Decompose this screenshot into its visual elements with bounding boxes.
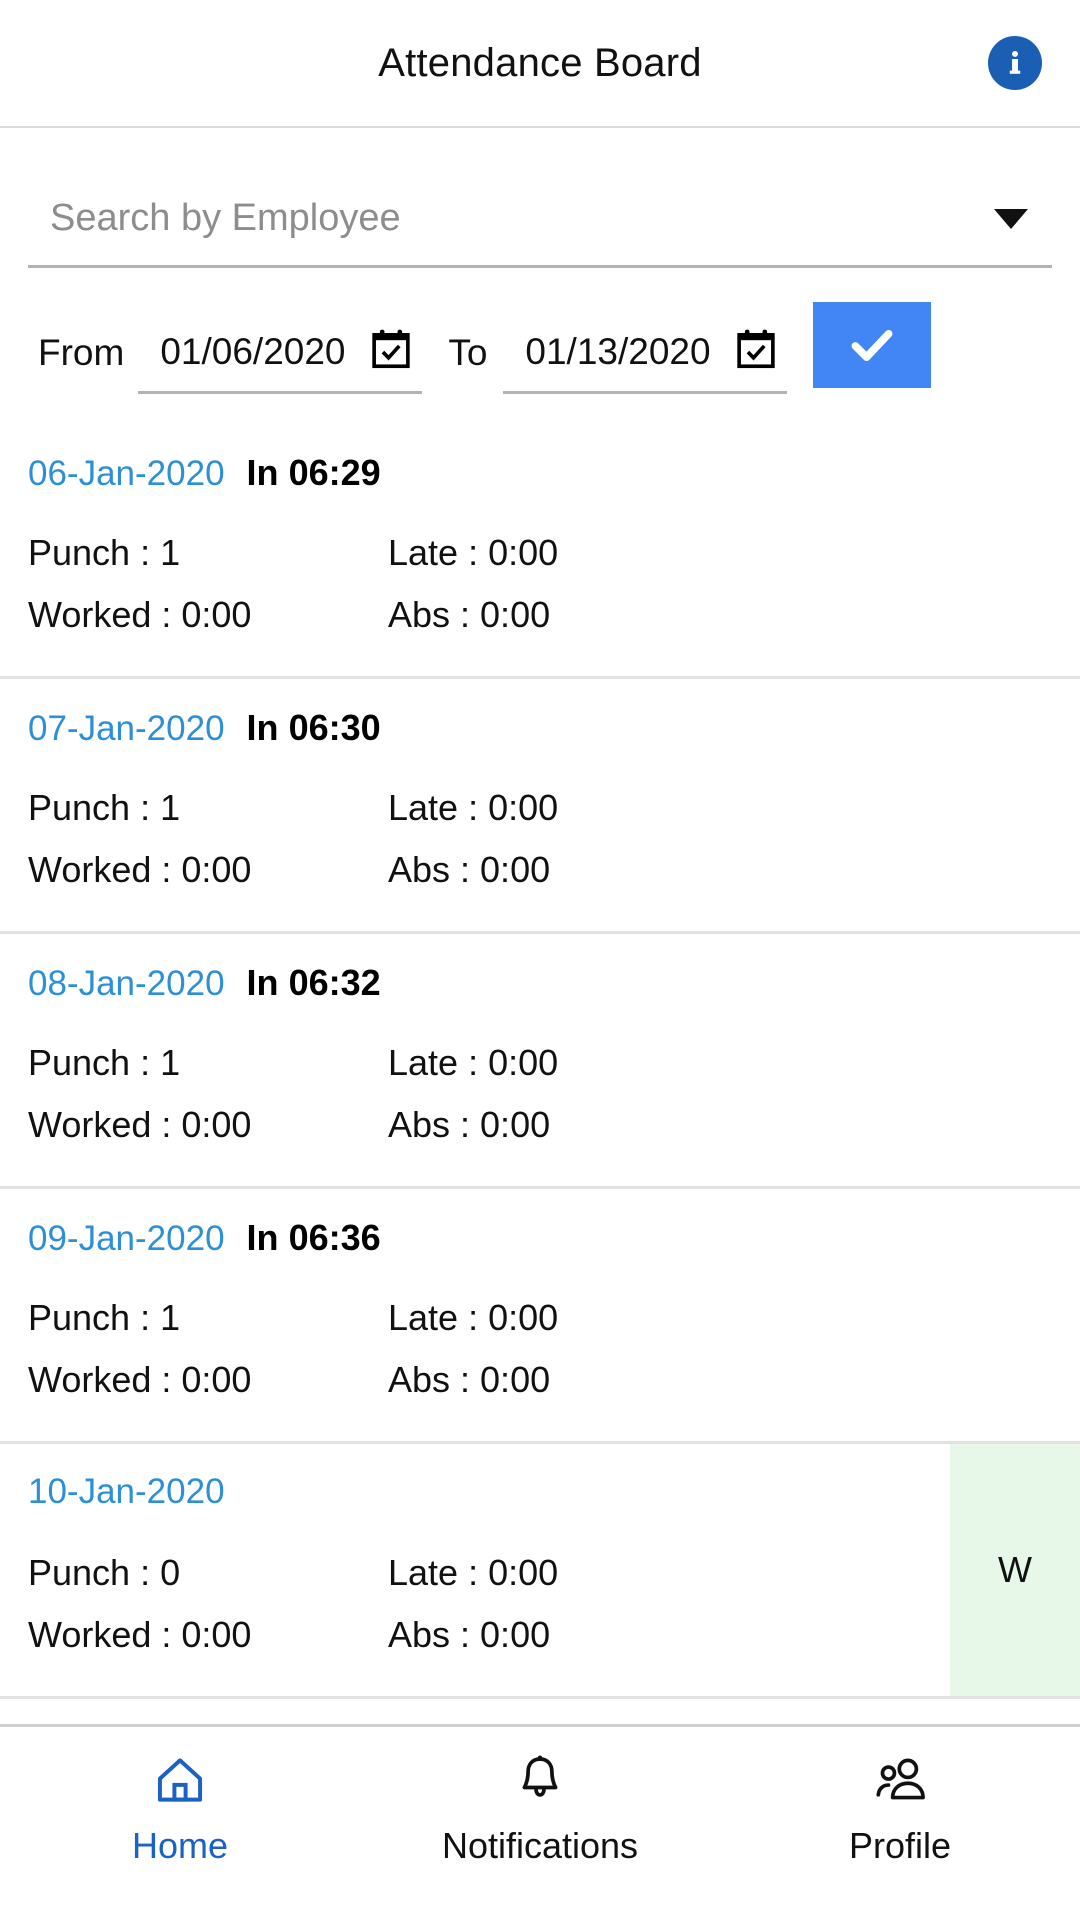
- record-in-time: In 06:29: [246, 452, 381, 493]
- nav-item-label: Profile: [848, 1825, 952, 1866]
- nav-item-label: Notifications: [441, 1825, 639, 1866]
- late-value: Late : 0:00: [388, 787, 559, 828]
- worked-value: Worked : 0:00: [28, 1104, 252, 1145]
- record-header: 08-Jan-2020 In 06:32: [0, 962, 1080, 1014]
- table-row[interactable]: 06-Jan-2020 In 06:29 Punch : 1 Late : 0:…: [0, 424, 1080, 679]
- attendance-records-list[interactable]: 06-Jan-2020 In 06:29 Punch : 1 Late : 0:…: [0, 424, 1080, 1724]
- stat-line-punch-late: Punch : 1 Late : 0:00: [28, 1287, 1080, 1349]
- table-row[interactable]: 08-Jan-2020 In 06:32 Punch : 1 Late : 0:…: [0, 934, 1080, 1189]
- record-date: 07-Jan-2020: [28, 709, 225, 748]
- calendar-icon[interactable]: [368, 326, 414, 377]
- record-date: 08-Jan-2020: [28, 964, 225, 1003]
- record-stats: Punch : 1 Late : 0:00 Worked : 0:00 Abs …: [0, 1287, 1080, 1411]
- abs-value: Abs : 0:00: [388, 1614, 551, 1655]
- home-icon: [152, 1751, 208, 1809]
- apply-filter-button[interactable]: [813, 302, 932, 388]
- filter-panel: Search by Employee From 01/06/2020 To 01…: [0, 128, 1080, 394]
- app-header: Attendance Board: [0, 0, 1080, 128]
- punch-value: Punch : 1: [28, 1042, 181, 1083]
- late-value: Late : 0:00: [388, 1297, 559, 1338]
- people-icon: [870, 1751, 930, 1809]
- stat-line-worked-abs: Worked : 0:00 Abs : 0:00: [28, 1349, 1080, 1411]
- page-title: Attendance Board: [378, 40, 702, 85]
- abs-value: Abs : 0:00: [388, 1104, 551, 1145]
- record-date: 06-Jan-2020: [28, 454, 225, 493]
- check-icon: [851, 329, 893, 361]
- stat-line-punch-late: Punch : 1 Late : 0:00: [28, 777, 1080, 839]
- attendance-board-screen: Attendance Board Search by Employee From…: [0, 0, 1080, 1920]
- record-header: 06-Jan-2020 In 06:29: [0, 452, 1080, 504]
- record-stats: Punch : 1 Late : 0:00 Worked : 0:00 Abs …: [0, 777, 1080, 901]
- info-icon[interactable]: [988, 36, 1042, 90]
- abs-value: Abs : 0:00: [388, 849, 551, 890]
- stat-line-punch-late: Punch : 1 Late : 0:00: [28, 522, 1080, 584]
- punch-value: Punch : 1: [28, 532, 181, 573]
- punch-value: Punch : 1: [28, 1297, 181, 1338]
- record-stats: Punch : 1 Late : 0:00 Worked : 0:00 Abs …: [0, 522, 1080, 646]
- record-in-time: In 06:30: [246, 707, 381, 748]
- date-range-row: From 01/06/2020 To 01/13/2020: [28, 290, 1052, 394]
- record-in-time: In 06:32: [246, 962, 381, 1003]
- from-date-field[interactable]: 01/06/2020: [138, 326, 423, 394]
- bottom-navigation: Home Notifications Profile: [0, 1724, 1080, 1920]
- stat-line-punch-late: Punch : 0 Late : 0:00: [28, 1542, 1080, 1604]
- late-value: Late : 0:00: [388, 1042, 559, 1083]
- record-in-time: In 06:36: [246, 1217, 381, 1258]
- bell-icon: [512, 1751, 568, 1809]
- worked-value: Worked : 0:00: [28, 594, 252, 635]
- to-date-value[interactable]: 01/13/2020: [525, 331, 710, 373]
- punch-value: Punch : 1: [28, 787, 181, 828]
- to-date-field[interactable]: 01/13/2020: [503, 326, 788, 394]
- punch-value: Punch : 0: [28, 1552, 181, 1593]
- stat-line-worked-abs: Worked : 0:00 Abs : 0:00: [28, 1604, 1080, 1666]
- worked-value: Worked : 0:00: [28, 1359, 252, 1400]
- table-row[interactable]: 09-Jan-2020 In 06:36 Punch : 1 Late : 0:…: [0, 1189, 1080, 1444]
- record-date: 09-Jan-2020: [28, 1219, 225, 1258]
- abs-value: Abs : 0:00: [388, 1359, 551, 1400]
- worked-value: Worked : 0:00: [28, 1614, 252, 1655]
- record-header: 10-Jan-2020: [0, 1472, 1080, 1524]
- stat-line-worked-abs: Worked : 0:00 Abs : 0:00: [28, 839, 1080, 901]
- nav-item-home[interactable]: Home: [0, 1751, 360, 1867]
- record-header: 07-Jan-2020 In 06:30: [0, 707, 1080, 759]
- table-row[interactable]: 07-Jan-2020 In 06:30 Punch : 1 Late : 0:…: [0, 679, 1080, 934]
- employee-search-dropdown[interactable]: Search by Employee: [28, 172, 1052, 268]
- to-label: To: [448, 332, 488, 373]
- table-row[interactable]: 11-Jan-2020 Punch : 0 Late : 0:00: [0, 1699, 1080, 1724]
- nav-item-notifications[interactable]: Notifications: [360, 1751, 720, 1867]
- table-row[interactable]: 10-Jan-2020 Punch : 0 Late : 0:00 Worked…: [0, 1444, 1080, 1699]
- nav-item-profile[interactable]: Profile: [720, 1751, 1080, 1867]
- stat-line-worked-abs: Worked : 0:00 Abs : 0:00: [28, 584, 1080, 646]
- status-badge: W: [950, 1444, 1080, 1696]
- calendar-icon[interactable]: [733, 326, 779, 377]
- late-value: Late : 0:00: [388, 1552, 559, 1593]
- abs-value: Abs : 0:00: [388, 594, 551, 635]
- stat-line-punch-late: Punch : 1 Late : 0:00: [28, 1032, 1080, 1094]
- chevron-down-icon[interactable]: [994, 208, 1028, 229]
- record-stats: Punch : 1 Late : 0:00 Worked : 0:00 Abs …: [0, 1032, 1080, 1156]
- search-input[interactable]: Search by Employee: [28, 197, 401, 240]
- from-label: From: [38, 332, 125, 373]
- late-value: Late : 0:00: [388, 532, 559, 573]
- from-date-value[interactable]: 01/06/2020: [160, 331, 345, 373]
- record-header: 09-Jan-2020 In 06:36: [0, 1217, 1080, 1269]
- record-stats: Punch : 0 Late : 0:00 Worked : 0:00 Abs …: [0, 1542, 1080, 1666]
- nav-item-label: Home: [131, 1825, 229, 1866]
- stat-line-worked-abs: Worked : 0:00 Abs : 0:00: [28, 1094, 1080, 1156]
- record-date: 10-Jan-2020: [28, 1472, 225, 1511]
- worked-value: Worked : 0:00: [28, 849, 252, 890]
